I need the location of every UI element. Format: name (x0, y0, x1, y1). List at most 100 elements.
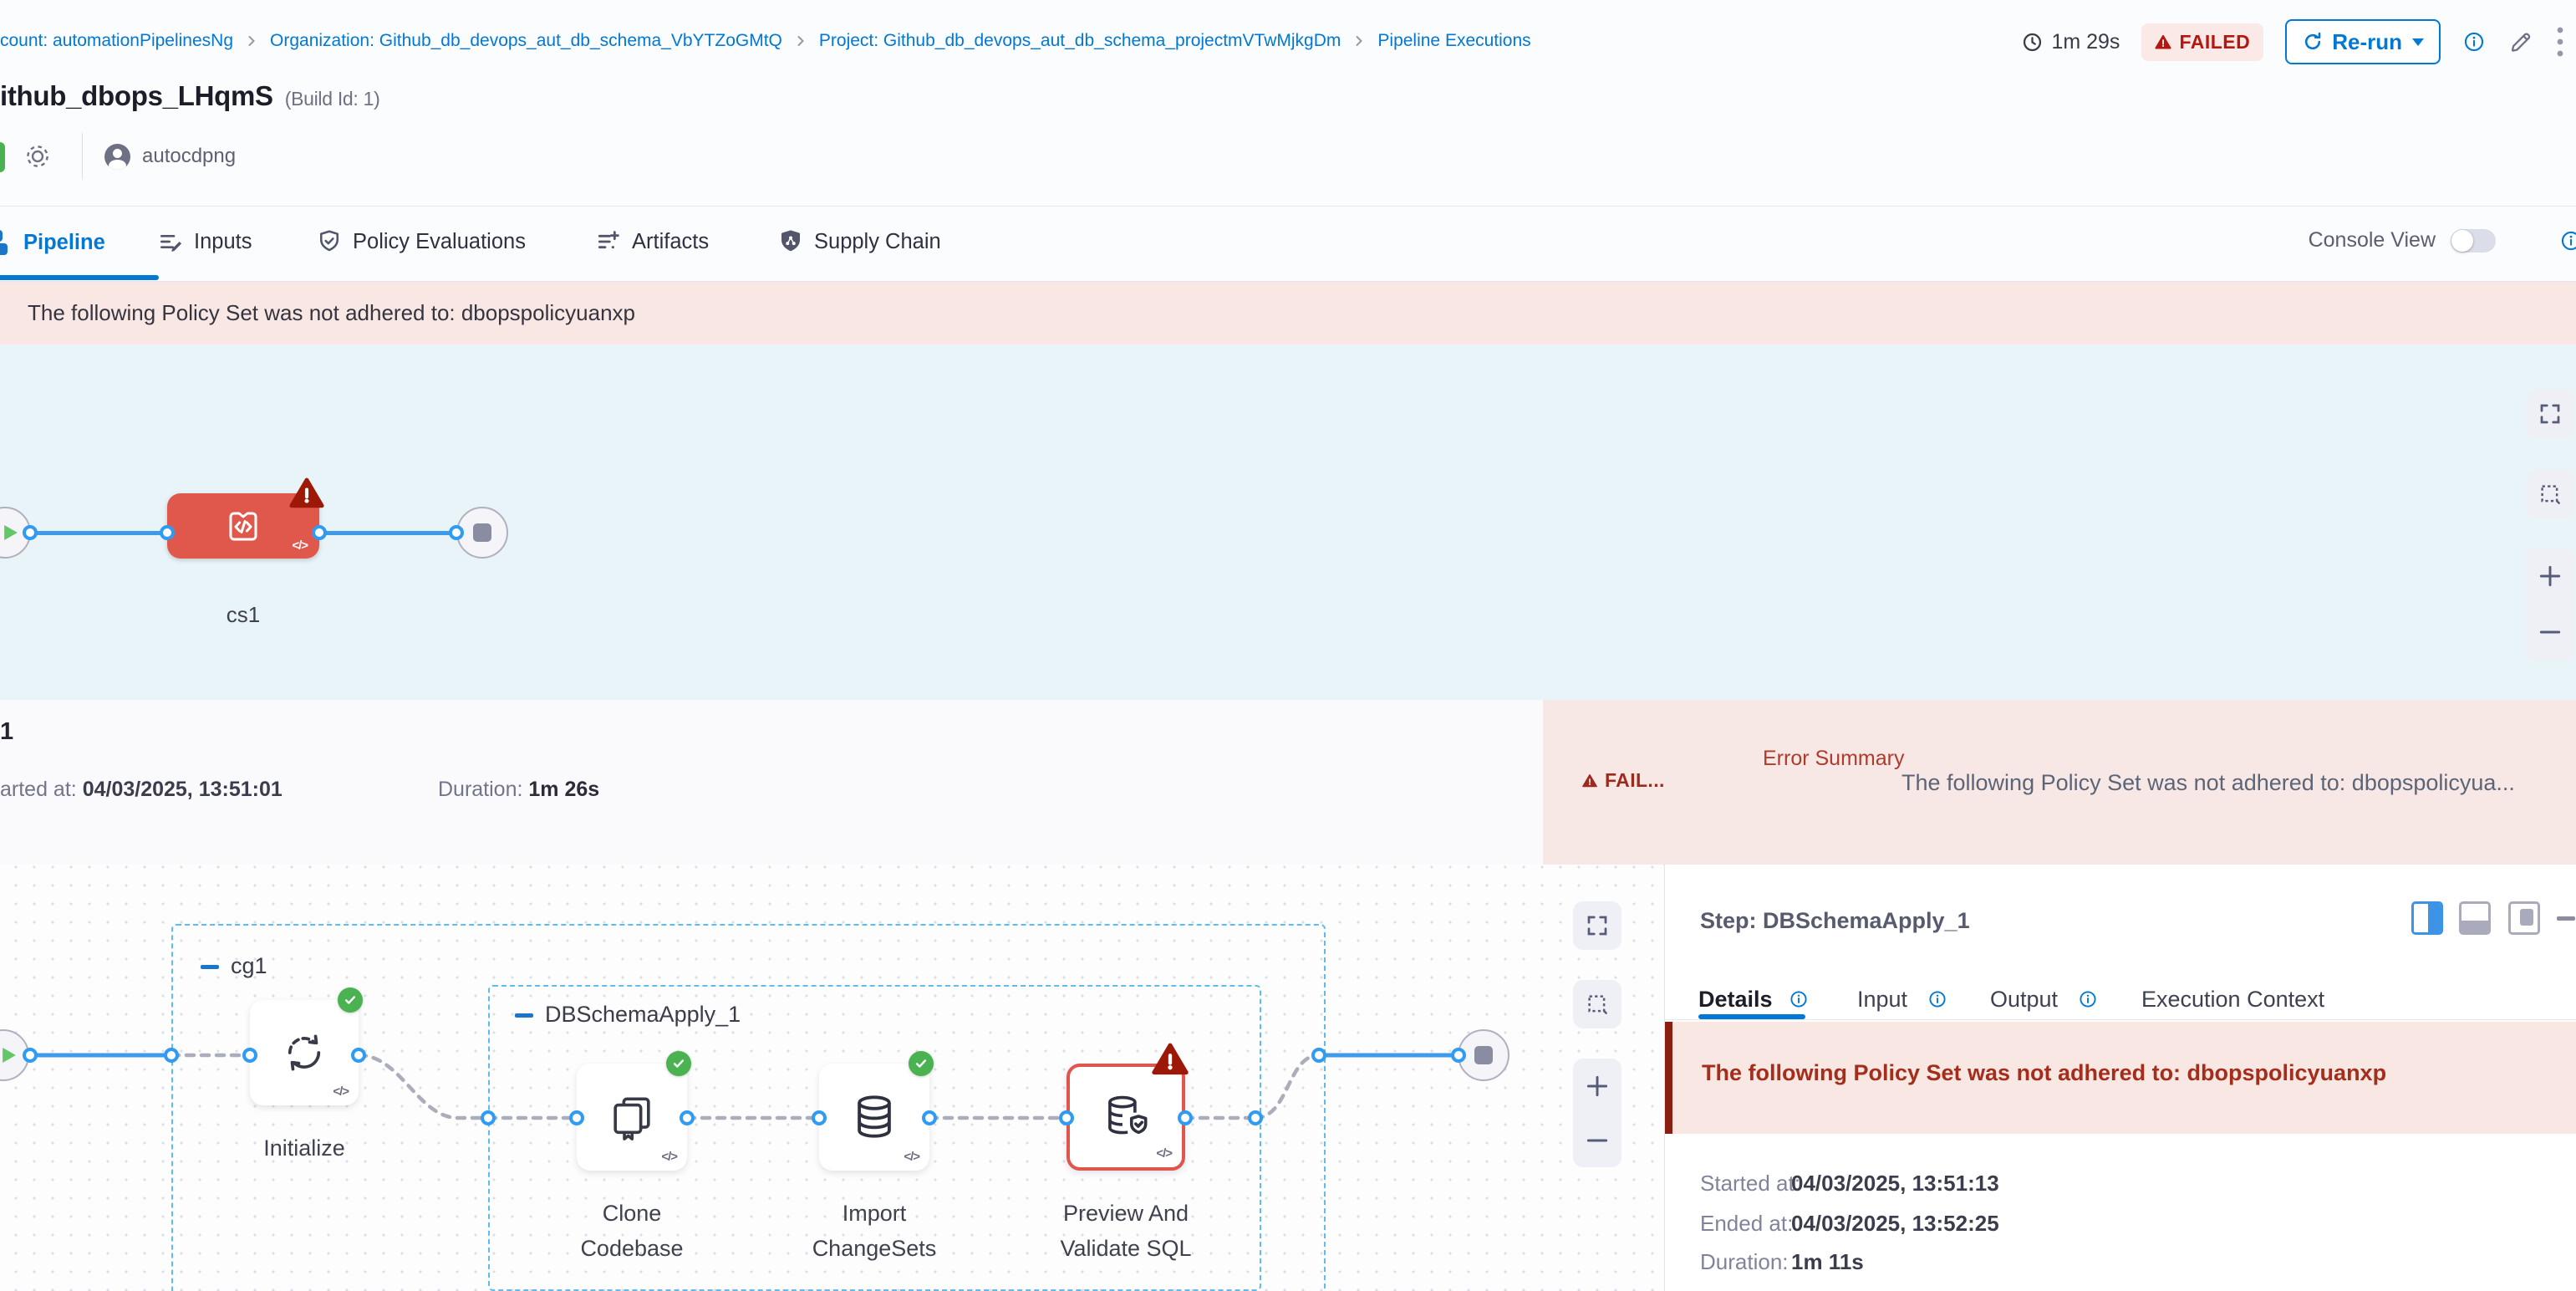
info-icon[interactable] (1927, 989, 1947, 1009)
detail-row-value: 04/03/2025, 13:51:13 (1791, 1171, 1999, 1197)
artifacts-icon (595, 228, 622, 255)
gear-icon[interactable] (23, 142, 52, 171)
minimize-panel-icon[interactable] (2557, 916, 2575, 921)
panel-tab-input[interactable]: Input (1857, 987, 1907, 1013)
info-icon[interactable] (2462, 30, 2486, 54)
zoom-in-icon[interactable] (1584, 1073, 1611, 1100)
pipeline-title: ithub_dbops_LHqmS(Build Id: 1) (0, 80, 379, 112)
status-badge-failed: FAILED (2141, 23, 2263, 61)
step-error-box: The following Policy Set was not adhered… (1665, 1022, 2576, 1134)
clock-icon (2021, 31, 2044, 54)
connector-dot (812, 1110, 827, 1125)
connector-dot (1059, 1110, 1074, 1125)
group-label-cg1: cg1 (231, 953, 267, 979)
step-label-preview-validate-sql: Preview And Validate SQL (1034, 1196, 1218, 1266)
code-glyph: </> (333, 1084, 349, 1099)
canvas-zoom-controls (1573, 1059, 1621, 1167)
canvas-marquee-select-button[interactable] (2526, 470, 2574, 518)
layout-floating-icon[interactable] (2508, 901, 2540, 935)
kebab-menu-icon[interactable] (2556, 25, 2564, 59)
refresh-icon (2302, 31, 2324, 53)
breadcrumb-organization-link[interactable]: Organization: Github_db_devops_aut_db_sc… (270, 31, 782, 51)
step-label-initialize: Initialize (246, 1130, 363, 1166)
step-success-badge (909, 1051, 934, 1076)
step-node-initialize[interactable]: </> (250, 1000, 359, 1105)
code-glyph: </> (904, 1150, 919, 1164)
step-node-preview-validate-sql[interactable]: </> (1067, 1064, 1185, 1171)
stop-icon (473, 523, 491, 542)
tab-artifacts[interactable]: Artifacts (595, 228, 709, 255)
collapse-group-icon[interactable] (515, 1013, 533, 1018)
panel-tab-details[interactable]: Details (1698, 987, 1773, 1013)
trigger-user-name: autocdpng (142, 145, 236, 168)
breadcrumb-project-link[interactable]: Project: Github_db_devops_aut_db_schema_… (819, 31, 1341, 51)
step-label-clone-codebase: Clone Codebase (557, 1196, 707, 1266)
stage-fail-badge: FAIL... (1582, 769, 1665, 792)
database-icon (850, 1093, 899, 1141)
connector-dot (164, 1048, 179, 1063)
error-summary-label: Error Summary (1763, 740, 1905, 777)
panel-tab-output[interactable]: Output (1990, 987, 2058, 1013)
info-icon[interactable] (2078, 989, 2098, 1009)
stage-error-summary: FAIL... Error Summary The following Poli… (1543, 700, 2576, 865)
caret-down-icon (2412, 38, 2424, 46)
layout-split-horizontal-icon[interactable] (2459, 901, 2491, 935)
error-accent-bar (1665, 1022, 1672, 1134)
connector-dot (680, 1110, 695, 1125)
code-glyph: </> (1156, 1146, 1172, 1161)
connector-dot (922, 1110, 937, 1125)
user-avatar (104, 144, 130, 170)
zoom-out-icon[interactable] (2537, 619, 2563, 646)
connector-dot (1451, 1048, 1466, 1063)
edge-line (30, 531, 167, 535)
edge-line (319, 531, 456, 535)
execution-meta-row: autocdpng (0, 132, 236, 181)
tab-policy-evaluations[interactable]: Policy Evaluations (316, 228, 526, 255)
panel-tab-execution-context[interactable]: Execution Context (2141, 987, 2324, 1013)
console-view-toggle[interactable] (2451, 229, 2496, 253)
stage-graph-canvas[interactable]: </> cs1 (0, 344, 2576, 701)
canvas-marquee-select-button[interactable] (1573, 980, 1621, 1028)
canvas-fullscreen-button[interactable] (2526, 390, 2574, 438)
connector-dot (160, 525, 175, 540)
active-tab-underline (0, 275, 159, 280)
play-icon (3, 1048, 16, 1063)
detail-row-label: Started at: (1700, 1171, 1800, 1197)
edit-pencil-icon[interactable] (2507, 28, 2534, 55)
breadcrumb-account-link[interactable]: count: automationPipelinesNg (0, 31, 233, 51)
tab-supply-chain[interactable]: Supply Chain (777, 228, 941, 255)
canvas-fullscreen-button[interactable] (1573, 901, 1621, 950)
step-error-message: The following Policy Set was not adhered… (1702, 1060, 2386, 1086)
error-summary-message: The following Policy Set was not adhered… (1901, 770, 2576, 796)
stage-node-label: cs1 (167, 602, 319, 628)
console-info-icon[interactable] (2559, 229, 2576, 253)
step-graph-canvas[interactable]: cg1 DBSchemaApply_1 </> Initialize </> (0, 865, 1663, 1291)
connector-dot (312, 525, 327, 540)
connector-dot (481, 1110, 496, 1125)
tab-pipeline[interactable]: Pipeline (0, 228, 105, 257)
stop-icon (1474, 1046, 1493, 1064)
zoom-in-icon[interactable] (2537, 563, 2563, 589)
info-icon[interactable] (1789, 989, 1809, 1009)
step-node-clone-codebase[interactable]: </> (577, 1064, 687, 1171)
elapsed-time: 1m 29s (2021, 30, 2120, 54)
play-icon (4, 525, 18, 540)
connector-dot (351, 1048, 366, 1063)
toggle-knob (2451, 230, 2473, 252)
breadcrumb-executions-link[interactable]: Pipeline Executions (1377, 31, 1530, 51)
step-details-panel: Step: DBSchemaApply_1 Details Input Outp… (1664, 865, 2576, 1291)
rerun-button[interactable]: Re-run (2285, 19, 2441, 64)
step-failed-badge (1152, 1042, 1189, 1075)
step-success-badge (338, 987, 363, 1013)
step-node-import-changesets[interactable]: </> (819, 1064, 929, 1171)
console-view-label: Console View (2309, 228, 2436, 253)
chevron-right-icon (794, 34, 807, 48)
connector-dot (449, 525, 464, 540)
tab-inputs[interactable]: Inputs (157, 228, 252, 255)
connector-dot (1311, 1048, 1326, 1063)
chevron-right-icon (245, 34, 258, 48)
zoom-out-icon[interactable] (1584, 1127, 1611, 1154)
collapse-group-icon[interactable] (201, 965, 219, 969)
layout-split-vertical-icon[interactable] (2411, 901, 2443, 935)
canvas-zoom-controls (2526, 548, 2574, 661)
